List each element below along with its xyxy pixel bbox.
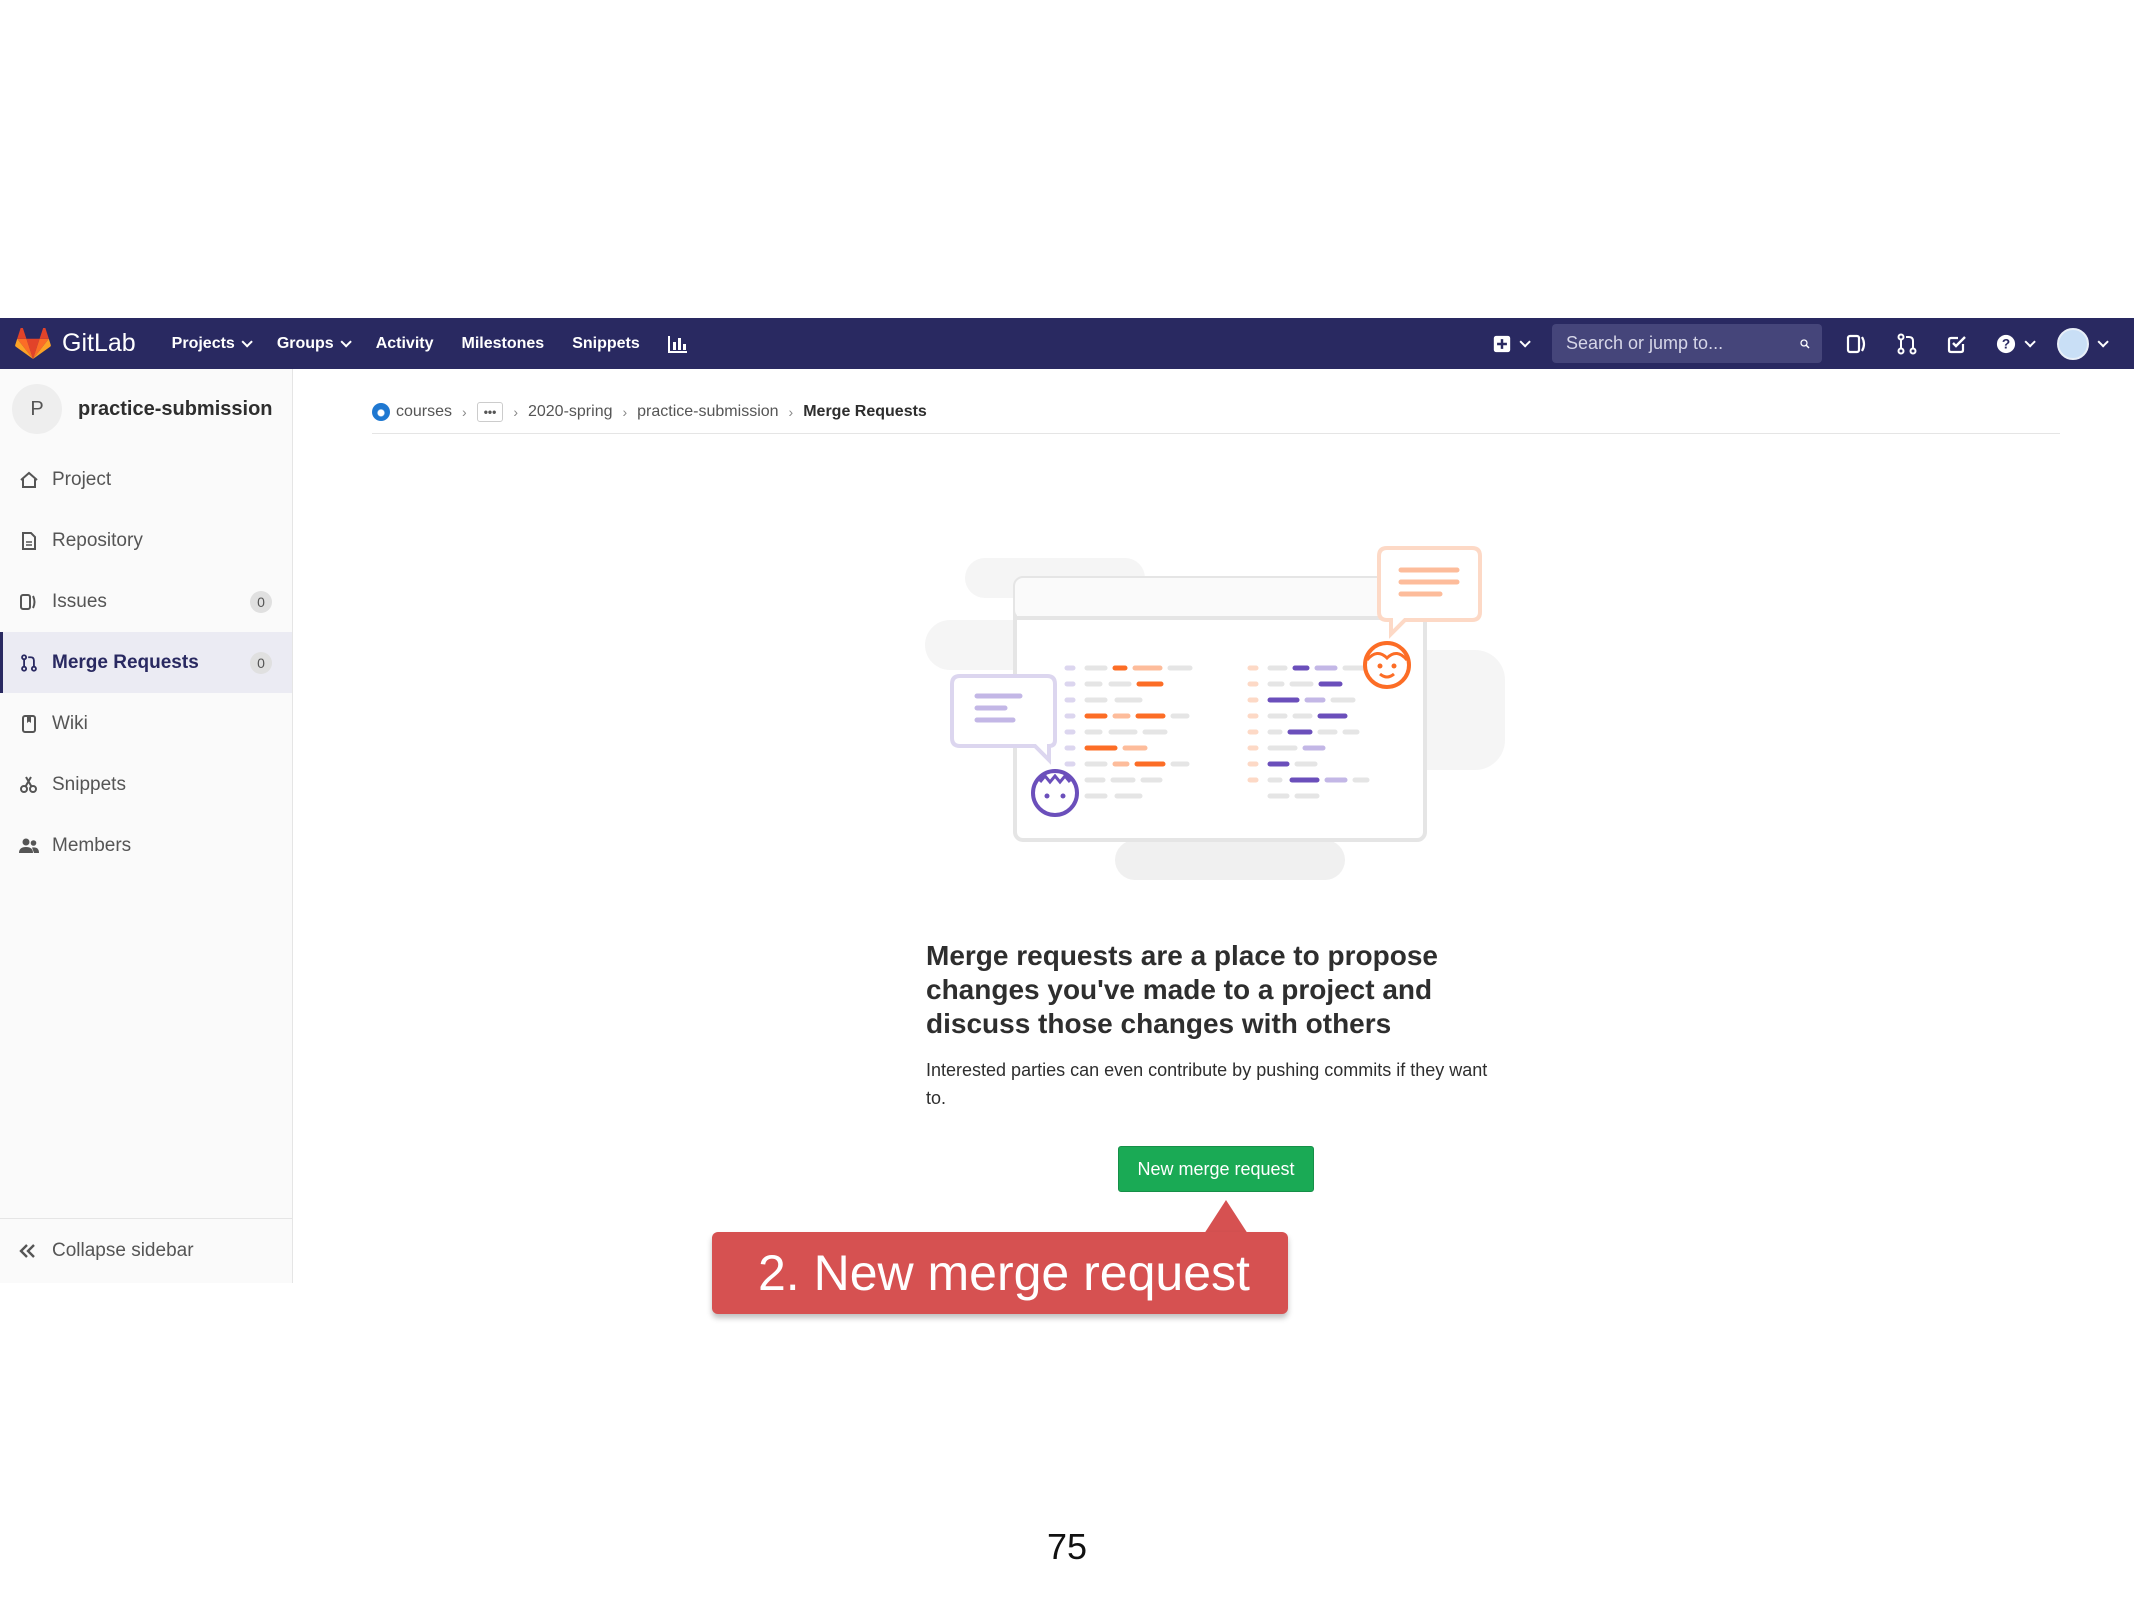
instruction-callout: 2. New merge request bbox=[712, 1232, 1288, 1314]
collapse-sidebar-label: Collapse sidebar bbox=[52, 1240, 194, 1261]
breadcrumb-2020-spring[interactable]: 2020-spring bbox=[528, 403, 613, 421]
breadcrumb-courses[interactable]: courses bbox=[396, 403, 452, 421]
nav-groups-label: Groups bbox=[276, 334, 334, 352]
new-merge-request-button[interactable]: New merge request bbox=[1118, 1146, 1314, 1192]
sidebar-item-merge-requests[interactable]: Merge Requests 0 bbox=[0, 632, 292, 693]
merge-request-icon bbox=[1897, 333, 1917, 354]
merge-request-icon bbox=[18, 652, 40, 674]
nav-activity[interactable]: Activity bbox=[376, 335, 434, 353]
sidebar-item-label: Merge Requests bbox=[52, 651, 199, 673]
callout-pointer bbox=[1204, 1200, 1248, 1234]
sidebar-item-label: Wiki bbox=[52, 712, 88, 734]
nav-milestones-label: Milestones bbox=[461, 334, 545, 352]
project-name: practice-submission bbox=[78, 397, 273, 420]
project-header[interactable]: P practice-submission bbox=[0, 369, 292, 449]
chevron-down-icon bbox=[2097, 335, 2109, 348]
question-icon: ? bbox=[1996, 334, 2016, 353]
new-item-dropdown[interactable] bbox=[1488, 329, 1532, 359]
nav-projects-label: Projects bbox=[171, 334, 235, 352]
empty-state-description: Interested parties can even contribute b… bbox=[926, 1060, 1488, 1108]
todo-check-icon bbox=[1947, 335, 1966, 353]
sidebar-item-issues[interactable]: Issues 0 bbox=[0, 571, 292, 632]
breadcrumb: courses › ••• › 2020-spring › practice-s… bbox=[372, 390, 2060, 434]
chevron-right-icon: › bbox=[622, 403, 628, 420]
nav-snippets-label: Snippets bbox=[572, 334, 640, 352]
sidebar-item-project[interactable]: Project bbox=[0, 449, 292, 510]
svg-text:?: ? bbox=[2002, 336, 2010, 351]
issues-icon bbox=[18, 591, 40, 613]
help-dropdown[interactable]: ? bbox=[1992, 329, 2036, 359]
chevron-down-icon bbox=[340, 335, 352, 348]
issues-icon bbox=[1846, 334, 1866, 353]
merge-requests-shortcut[interactable] bbox=[1892, 329, 1922, 359]
breadcrumb-ellipsis[interactable]: ••• bbox=[476, 401, 504, 422]
sidebar-item-wiki[interactable]: Wiki bbox=[0, 693, 292, 754]
chevron-down-icon bbox=[2024, 335, 2036, 348]
sidebar-item-label: Snippets bbox=[52, 773, 126, 795]
search-icon bbox=[1800, 338, 1810, 349]
sidebar-item-label: Issues bbox=[52, 590, 107, 612]
nav-analytics[interactable] bbox=[667, 335, 688, 353]
brand-name: GitLab bbox=[62, 329, 136, 357]
chevron-down-icon bbox=[1519, 335, 1531, 348]
avatar bbox=[2057, 327, 2089, 360]
chart-icon bbox=[667, 335, 687, 353]
empty-state-title: Merge requests are a place to propose ch… bbox=[926, 940, 1438, 1039]
sidebar: P practice-submission Project Repository… bbox=[0, 369, 293, 1283]
nav-projects[interactable]: Projects bbox=[171, 334, 253, 353]
chevron-right-icon: › bbox=[513, 403, 518, 420]
chevron-down-icon bbox=[241, 335, 253, 348]
book-icon bbox=[18, 713, 40, 735]
chevron-right-icon: › bbox=[462, 403, 467, 420]
users-icon bbox=[18, 835, 40, 857]
sidebar-item-repository[interactable]: Repository bbox=[0, 510, 292, 571]
double-chevron-left-icon bbox=[18, 1240, 40, 1262]
scissors-icon bbox=[18, 774, 40, 796]
home-icon bbox=[18, 469, 40, 491]
sidebar-item-label: Repository bbox=[52, 529, 143, 551]
sidebar-item-label: Members bbox=[52, 834, 132, 856]
plus-square-icon bbox=[1493, 335, 1511, 352]
breadcrumb-practice-submission[interactable]: practice-submission bbox=[637, 403, 778, 421]
callout-text: 2. New merge request bbox=[758, 1245, 1250, 1301]
issues-count-badge: 0 bbox=[250, 590, 272, 613]
nav-snippets[interactable]: Snippets bbox=[572, 335, 640, 353]
gitlab-logo[interactable]: GitLab bbox=[14, 327, 136, 360]
sidebar-item-label: Project bbox=[52, 468, 112, 490]
sidebar-item-snippets[interactable]: Snippets bbox=[0, 754, 292, 815]
page-number: 75 bbox=[1046, 1526, 1088, 1567]
search-input[interactable] bbox=[1564, 332, 1800, 355]
merge-requests-count-badge: 0 bbox=[250, 651, 272, 674]
project-avatar: P bbox=[12, 384, 62, 434]
breadcrumb-merge-requests[interactable]: Merge Requests bbox=[803, 403, 927, 421]
document-icon bbox=[18, 530, 40, 552]
group-avatar-icon bbox=[372, 402, 390, 421]
nav-milestones[interactable]: Milestones bbox=[462, 335, 545, 353]
chevron-right-icon: › bbox=[788, 403, 794, 420]
top-navbar: GitLab Projects Groups Activity Mileston… bbox=[0, 318, 2134, 369]
todos-shortcut[interactable] bbox=[1942, 329, 1972, 359]
nav-groups[interactable]: Groups bbox=[276, 334, 352, 353]
tanuki-icon bbox=[15, 327, 51, 359]
nav-activity-label: Activity bbox=[375, 334, 434, 352]
issues-shortcut[interactable] bbox=[1842, 329, 1872, 359]
merge-requests-illustration bbox=[925, 546, 1505, 880]
collapse-sidebar-button[interactable]: Collapse sidebar bbox=[0, 1218, 293, 1283]
search-box[interactable] bbox=[1552, 324, 1822, 363]
user-menu[interactable] bbox=[2056, 327, 2109, 360]
sidebar-item-members[interactable]: Members bbox=[0, 815, 292, 876]
